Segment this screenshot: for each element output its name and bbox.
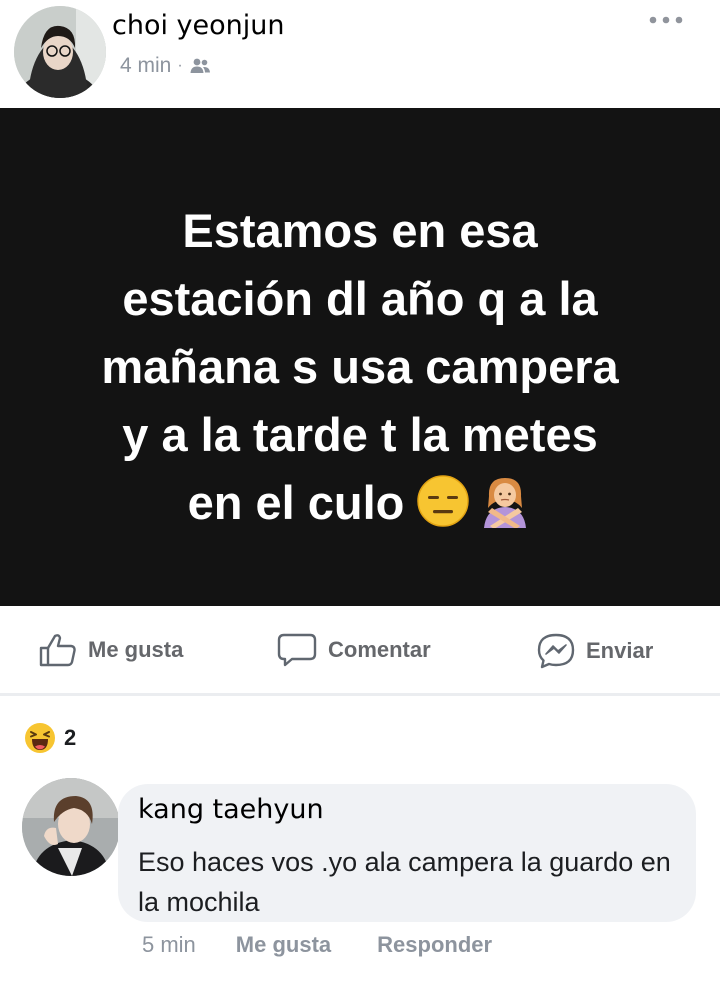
expressionless-face-emoji <box>417 475 470 527</box>
comment-footer: 5 min Me gusta Responder <box>142 932 492 958</box>
like-button-label: Me gusta <box>88 637 184 662</box>
speech-bubble-icon <box>277 633 317 667</box>
author-avatar[interactable] <box>14 6 106 98</box>
comment-text: Eso haces vos .yo ala campera la guardo … <box>138 847 671 917</box>
post-action-bar: Me gusta Comentar Enviar <box>0 606 720 696</box>
person-gesturing-no-emoji <box>484 478 527 528</box>
reaction-count: 2 <box>64 725 77 750</box>
comment-button[interactable]: Comentar <box>276 632 431 668</box>
post-text: Estamos en esa estación dl año q a la ma… <box>40 197 680 537</box>
comment-reply-button[interactable]: Responder <box>377 932 492 958</box>
friends-icon[interactable] <box>189 57 211 75</box>
send-button[interactable]: Enviar <box>536 632 653 670</box>
more-options-button[interactable] <box>644 8 688 32</box>
comment-timestamp[interactable]: 5 min <box>142 932 196 958</box>
comment-like-button[interactable]: Me gusta <box>236 932 331 958</box>
reactions-summary[interactable]: 2 <box>24 722 76 754</box>
comment-button-label: Comentar <box>328 637 431 662</box>
post-emojis <box>416 474 532 528</box>
post-meta: 4 min · <box>120 54 211 78</box>
more-dots-icon <box>649 16 683 24</box>
post-author-name[interactable]: choi yeonjun <box>112 10 285 41</box>
haha-reaction-icon <box>25 723 55 753</box>
like-button[interactable]: Me gusta <box>38 632 183 668</box>
post-timestamp[interactable]: 4 min <box>120 54 171 78</box>
post-text-content: Estamos en esa estación dl año q a la ma… <box>101 204 619 529</box>
thumbs-up-icon <box>39 634 76 667</box>
post-content[interactable]: Estamos en esa estación dl año q a la ma… <box>0 108 720 606</box>
comment-bubble: kang taehyun Eso haces vos .yo ala campe… <box>118 784 696 922</box>
send-button-label: Enviar <box>586 638 654 663</box>
messenger-icon <box>537 633 575 669</box>
post-header: choi yeonjun 4 min · <box>0 0 720 108</box>
comment-author-name[interactable]: kang taehyun <box>138 794 324 825</box>
meta-separator: · <box>177 57 183 74</box>
commenter-avatar[interactable] <box>22 778 120 876</box>
